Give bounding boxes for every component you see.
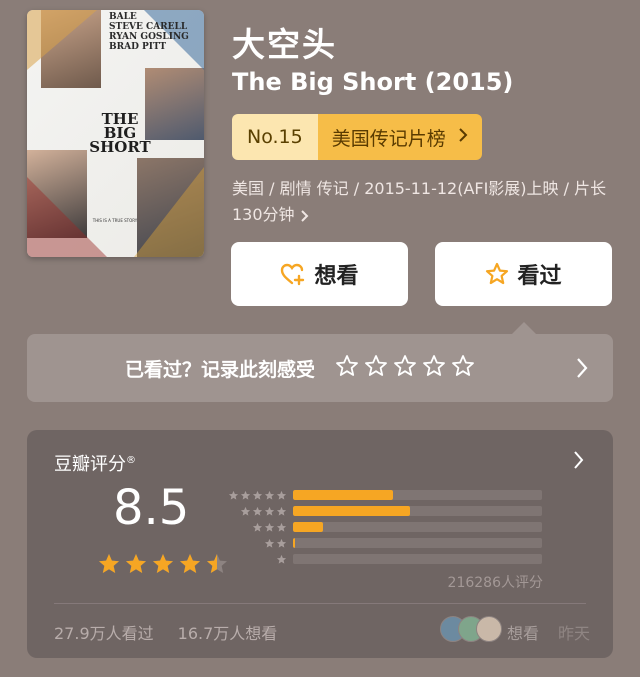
callout-pointer (512, 322, 536, 334)
rating-bar-track (293, 522, 542, 532)
star-outline-icon[interactable] (364, 354, 388, 382)
douban-rating-card[interactable]: 豆瓣评分® 8.5 216286人评分 27.9万人看过 16.7万人想看 想看… (27, 430, 613, 658)
rating-distribution (223, 487, 542, 567)
star-outline-icon[interactable] (451, 354, 475, 382)
star-small-icon (276, 550, 287, 569)
watched-button[interactable]: 看过 (435, 242, 612, 306)
rating-header-label: 豆瓣评分 (54, 454, 126, 475)
poster-cast-names: BALE STEVE CARELL RYAN GOSLING BRAD PITT (109, 12, 189, 52)
movie-meta-info[interactable]: 美国 / 剧情 传记 / 2015-11-12(AFI影展)上映 / 片长130… (232, 176, 612, 228)
rate-prompt-bar[interactable]: 已看过？记录此刻感受 (27, 334, 613, 402)
divider (54, 603, 586, 604)
poster-cast-name: STEVE CARELL (109, 22, 188, 32)
ranking-badge[interactable]: No.15 美国传记片榜 (232, 114, 482, 160)
rating-stars-input[interactable] (335, 354, 475, 382)
poster-shape (134, 167, 204, 257)
rating-stars (97, 552, 229, 576)
movie-poster[interactable]: BALE STEVE CARELL RYAN GOSLING BRAD PITT… (27, 10, 204, 257)
poster-cast-name: RYAN GOSLING (109, 32, 189, 42)
chevron-right-icon[interactable] (575, 356, 589, 384)
rank-list-label: 美国传记片榜 (331, 127, 446, 150)
rating-bar-track (293, 538, 542, 548)
poster-credits: THIS IS A TRUE STORY (92, 218, 138, 223)
chevron-right-icon[interactable] (573, 450, 585, 474)
want-to-watch-button[interactable]: 想看 (231, 242, 408, 306)
rate-prompt-label: 已看过？记录此刻感受 (125, 358, 316, 381)
want-count: 16.7万人想看 (177, 624, 278, 643)
star-filled-icon (99, 554, 119, 573)
chevron-right-icon (458, 126, 468, 148)
movie-meta-text: 美国 / 剧情 传记 / 2015-11-12(AFI影展)上映 / 片长130… (232, 179, 607, 224)
avatar (476, 616, 502, 642)
rating-bar-fill (293, 538, 296, 548)
rating-count: 216286人评分 (447, 575, 543, 591)
poster-title: THE BIG SHORT (89, 110, 151, 156)
rating-bar-1-star (223, 551, 542, 567)
poster-shape (27, 10, 97, 70)
poster-cast-name: BALE (109, 12, 137, 22)
poster-shape (27, 177, 107, 257)
watched-count: 27.9万人看过 (54, 624, 154, 643)
star-filled-icon (126, 554, 146, 573)
want-to-watch-label: 想看 (314, 264, 359, 289)
rating-bar-track (293, 506, 542, 516)
star-outline-icon (485, 262, 509, 286)
rank-number: No.15 (232, 114, 318, 160)
rating-stats: 27.9万人看过 16.7万人想看 (54, 620, 277, 644)
registered-mark: ® (126, 455, 136, 466)
rank-list: 美国传记片榜 (317, 114, 482, 160)
rating-bar-stars (223, 550, 287, 569)
heart-plus-icon (280, 262, 306, 286)
star-filled-icon (180, 554, 200, 573)
chevron-right-icon (300, 205, 310, 224)
watched-label: 看过 (517, 264, 562, 289)
rating-bar-fill (293, 506, 411, 516)
poster-cast-name: BRAD PITT (109, 42, 167, 52)
movie-original-title: The Big Short (2015) (232, 68, 514, 96)
star-filled-icon (153, 554, 173, 573)
star-outline-icon[interactable] (335, 354, 359, 382)
movie-title: 大空头 (232, 25, 337, 64)
rating-bar-track (293, 490, 542, 500)
rating-bar-track (293, 554, 542, 564)
rating-bar-fill (293, 522, 323, 532)
rating-bar-fill (293, 490, 393, 500)
friend-activity-label: 想看 (507, 624, 540, 643)
friend-activity-time: 昨天 (558, 624, 591, 643)
rating-score: 8.5 (113, 480, 190, 536)
star-outline-icon[interactable] (393, 354, 417, 382)
rating-header: 豆瓣评分® (54, 450, 136, 476)
friend-avatars[interactable] (440, 616, 502, 642)
star-outline-icon[interactable] (422, 354, 446, 382)
